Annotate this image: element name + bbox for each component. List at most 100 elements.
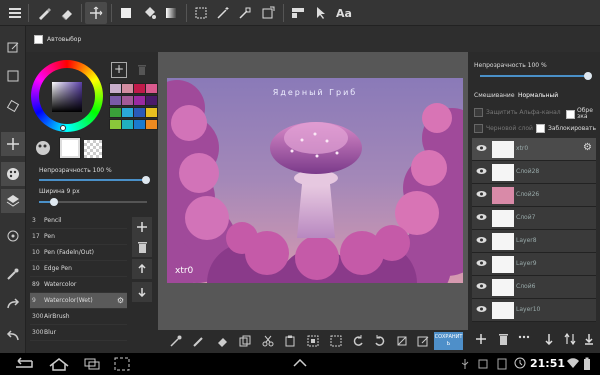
canvas-frame-icon[interactable]: [1, 64, 25, 88]
menu-icon[interactable]: [4, 2, 26, 24]
move-tool-icon[interactable]: [85, 2, 107, 24]
saturation-value-square[interactable]: [52, 82, 82, 112]
add-swatch-button[interactable]: +: [111, 62, 127, 78]
eye-icon[interactable]: [476, 144, 487, 152]
back-icon[interactable]: [12, 357, 34, 371]
layer-merge-icon[interactable]: [584, 333, 594, 345]
layer-row[interactable]: Layer9: [472, 253, 596, 276]
layer-row[interactable]: Слой7: [472, 207, 596, 230]
canvas-area[interactable]: Ядерный Гриб xtr0: [158, 52, 468, 330]
pen-small-icon[interactable]: [191, 333, 207, 349]
autoselect-checkbox[interactable]: [34, 35, 43, 44]
transparent-color-swatch[interactable]: [84, 140, 102, 158]
delete-swatch-icon[interactable]: [138, 65, 146, 75]
layer-row[interactable]: Layer10: [472, 299, 596, 322]
recent-apps-icon[interactable]: [83, 357, 101, 371]
cursor-icon[interactable]: [310, 2, 332, 24]
edit-canvas-icon[interactable]: [415, 333, 431, 349]
gradient-icon[interactable]: [160, 2, 182, 24]
color-swatch[interactable]: [145, 83, 158, 94]
layer-row[interactable]: Слой28: [472, 161, 596, 184]
brush-item[interactable]: 9 Watercolor(Wet) ⚙: [30, 293, 127, 309]
delete-brush-button[interactable]: [132, 237, 152, 257]
layer-opacity-slider[interactable]: [480, 75, 588, 77]
add-brush-button[interactable]: [132, 217, 152, 237]
draft-layer-option[interactable]: Черновой слой: [474, 124, 533, 133]
rotate-canvas-icon[interactable]: [1, 94, 25, 118]
eye-icon[interactable]: [476, 167, 487, 175]
move-brush-up-button[interactable]: [132, 259, 152, 279]
artwork-canvas[interactable]: Ядерный Гриб xtr0: [167, 78, 463, 283]
brush-item[interactable]: 300 Blur: [30, 325, 127, 341]
brush-item[interactable]: 89 Watercolor: [30, 277, 127, 293]
copy-icon[interactable]: [237, 333, 253, 349]
protect-alpha-option[interactable]: Защитить Альфа-канал: [474, 108, 561, 117]
eraser-small-icon[interactable]: [215, 333, 231, 349]
select-pen-icon[interactable]: [234, 2, 256, 24]
edit-icon[interactable]: [1, 35, 25, 59]
transform-icon[interactable]: [257, 2, 279, 24]
eye-icon[interactable]: [476, 236, 487, 244]
eye-icon[interactable]: [476, 282, 487, 290]
select-all-icon[interactable]: [305, 333, 321, 349]
eye-icon[interactable]: [476, 259, 487, 267]
deselect-icon[interactable]: [328, 333, 344, 349]
add-layer-icon[interactable]: [476, 334, 486, 344]
layer-row[interactable]: xtr0 ⚙: [472, 138, 596, 161]
layer-swap-icon[interactable]: [564, 333, 576, 345]
color-swatch[interactable]: [145, 119, 158, 130]
main-color-swatch[interactable]: [59, 137, 81, 159]
color-swatch[interactable]: [145, 107, 158, 118]
lock-checkbox[interactable]: [536, 124, 545, 133]
ruler-icon[interactable]: [287, 2, 309, 24]
draft-layer-checkbox[interactable]: [474, 124, 483, 133]
palette-icon[interactable]: [1, 162, 25, 186]
undo-icon[interactable]: [1, 324, 25, 348]
bucket-icon[interactable]: [138, 2, 160, 24]
home-icon[interactable]: [48, 357, 70, 371]
move-brush-down-button[interactable]: [132, 282, 152, 302]
brush-settings-icon[interactable]: ⚙: [117, 296, 124, 305]
brush-width-knob[interactable]: [50, 198, 58, 206]
select-rect-icon[interactable]: [190, 2, 212, 24]
layer-row[interactable]: Слой26: [472, 184, 596, 207]
layer-row[interactable]: Слой6: [472, 276, 596, 299]
layer-row[interactable]: Layer8: [472, 230, 596, 253]
color-swatch[interactable]: [145, 95, 158, 106]
hue-handle[interactable]: [60, 125, 66, 131]
layer-opacity-knob[interactable]: [584, 72, 592, 80]
move-side-icon[interactable]: [1, 132, 25, 156]
clip-option[interactable]: Обре зка: [566, 108, 595, 120]
eye-icon[interactable]: [476, 213, 487, 221]
brush-item[interactable]: 3 Pencil: [30, 213, 127, 229]
cut-icon[interactable]: [260, 333, 276, 349]
fill-rect-icon[interactable]: [115, 2, 137, 24]
redo-icon[interactable]: [1, 292, 25, 316]
paste-icon[interactable]: [282, 333, 298, 349]
brush-tool-icon[interactable]: [33, 2, 55, 24]
brush-item[interactable]: 10 Pen (Fadeln/Out): [30, 245, 127, 261]
brush-opacity-knob[interactable]: [142, 176, 150, 184]
protect-alpha-checkbox[interactable]: [474, 108, 483, 117]
screenshot-icon[interactable]: [114, 357, 130, 371]
brush-item[interactable]: 10 Edge Pen: [30, 261, 127, 277]
rotate-right-icon[interactable]: [372, 333, 388, 349]
eye-icon[interactable]: [476, 305, 487, 313]
layers-icon[interactable]: [1, 189, 25, 213]
rotate-left-icon[interactable]: [350, 333, 366, 349]
layer-settings-icon[interactable]: ⚙: [583, 142, 592, 153]
clip-checkbox[interactable]: [566, 109, 575, 119]
autoselect-option[interactable]: Автовыбор: [34, 35, 81, 44]
save-button[interactable]: СОХРАНИТЬ: [434, 332, 463, 350]
eye-icon[interactable]: [476, 190, 487, 198]
blend-mode-select[interactable]: Нормальный: [518, 92, 558, 99]
crop-icon[interactable]: [394, 333, 410, 349]
color-mode-palette-icon[interactable]: [35, 140, 51, 156]
brush-opacity-slider[interactable]: [39, 179, 147, 181]
eyedropper-icon[interactable]: [1, 262, 25, 286]
layer-menu-icon[interactable]: [518, 335, 530, 339]
material-icon[interactable]: [1, 224, 25, 248]
brush-item[interactable]: 17 Pen: [30, 229, 127, 245]
brush-item[interactable]: 300 AirBrush: [30, 309, 127, 325]
expand-up-icon[interactable]: [293, 359, 307, 367]
